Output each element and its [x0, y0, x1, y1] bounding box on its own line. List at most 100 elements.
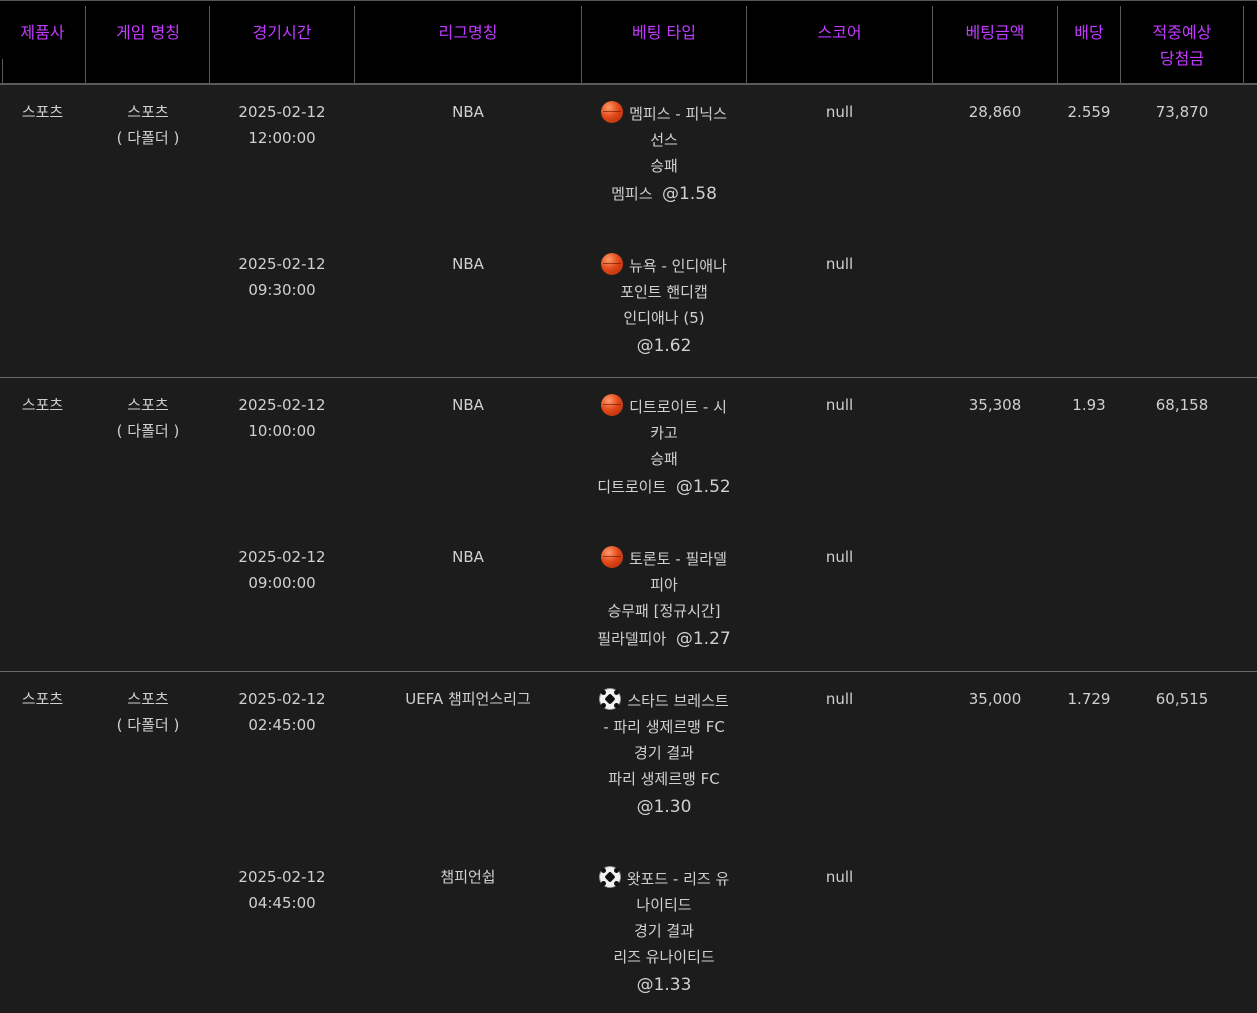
game-name: 스포츠: [127, 690, 169, 708]
game-name-cell: 스포츠 ( 다폴더 ): [86, 99, 210, 151]
game-type: ( 다폴더 ): [116, 422, 180, 440]
bet-group: 스포츠 스포츠 ( 다폴더 ) 35,000 1.729 60,515 2025…: [0, 672, 1257, 1013]
bet-type-cell: 왓포드 - 리즈 유 나이티드 경기 결과 리즈 유나이티드 @1.33: [582, 866, 746, 998]
match-date: 2025-02-12: [238, 396, 326, 414]
bet-market: 경기 결과: [634, 922, 694, 940]
match-time-cell: 2025-02-12 02:45:00: [210, 686, 354, 738]
score-cell: null: [825, 548, 854, 566]
provider-cell: 스포츠: [21, 396, 64, 414]
match-name: 디트로이트 - 시: [629, 398, 727, 416]
bet-type-cell: 디트로이트 - 시 카고 승패 디트로이트 @1.52: [582, 394, 746, 500]
bet-market: 경기 결과: [634, 744, 694, 762]
bet-odds: @1.30: [636, 797, 692, 817]
header-provider: 제품사: [20, 23, 65, 42]
soccer-ball-icon: [598, 866, 621, 888]
basketball-icon: [601, 394, 624, 416]
score-cell: null: [825, 868, 854, 886]
league-cell: 챔피언쉽: [440, 868, 496, 886]
match-name: 토론토 - 필라델: [629, 550, 727, 568]
bet-odds: @1.33: [636, 975, 692, 995]
league-cell: NBA: [452, 255, 484, 273]
match-time-cell: 2025-02-12 12:00:00: [210, 99, 354, 151]
game-name: 스포츠: [127, 396, 169, 414]
header-divider: [2, 59, 3, 84]
header-odds: 배당: [1074, 23, 1104, 42]
header-expected-win-line2: 당첨금: [1159, 49, 1205, 68]
bet-type-cell: 스타드 브레스트 - 파리 생제르맹 FC 경기 결과 파리 생제르맹 FC @…: [582, 688, 746, 820]
expected-win-cell: 60,515: [1155, 690, 1209, 708]
bet-odds: @1.58: [662, 184, 717, 204]
match-date: 2025-02-12: [238, 868, 326, 886]
match-name-cont: 선스: [650, 131, 678, 149]
match-time-cell: 2025-02-12 04:45:00: [210, 864, 354, 916]
table-header: 제품사 게임 명칭 경기시간 리그명칭 베팅 타입 스코어 베팅금액 배당 적중…: [0, 0, 1257, 85]
match-name: 뉴욕 - 인디애나: [629, 257, 727, 275]
bet-amount-cell: 28,860: [968, 103, 1022, 121]
bet-market: 승패: [650, 157, 678, 175]
game-type: ( 다폴더 ): [116, 129, 180, 147]
match-date: 2025-02-12: [238, 103, 326, 121]
score-cell: null: [825, 690, 854, 708]
match-name-cont: 카고: [650, 424, 678, 442]
league-cell: NBA: [452, 396, 484, 414]
basketball-icon: [601, 101, 624, 123]
soccer-ball-icon: [599, 688, 622, 710]
bet-odds: @1.27: [675, 629, 731, 649]
header-expected-win-line1: 적중예상: [1152, 23, 1212, 42]
bet-market: 승무패 [정규시간]: [607, 602, 721, 620]
bet-pick: 파리 생제르맹 FC: [608, 770, 720, 788]
header-bet-amount: 베팅금액: [965, 23, 1025, 42]
match-date: 2025-02-12: [238, 690, 326, 708]
bet-pick: 멤피스: [611, 185, 653, 203]
bet-pick: 인디애나 (5): [623, 309, 705, 327]
bet-market: 승패: [650, 450, 678, 468]
bet-odds: @1.52: [675, 477, 731, 497]
header-league: 리그명칭: [438, 23, 498, 42]
league-cell: NBA: [452, 103, 484, 121]
match-name: 스타드 브레스트: [627, 692, 729, 710]
odds-cell: 1.93: [1072, 396, 1106, 414]
match-time-cell: 2025-02-12 10:00:00: [210, 392, 354, 444]
basketball-icon: [601, 546, 624, 568]
header-bet-type: 베팅 타입: [632, 23, 696, 42]
bet-pick: 디트로이트: [597, 478, 667, 496]
score-cell: null: [825, 396, 854, 414]
match-name-cont: 나이티드: [636, 896, 692, 914]
league-cell: NBA: [452, 548, 484, 566]
basketball-icon: [601, 253, 624, 275]
odds-cell: 1.729: [1067, 690, 1111, 708]
game-name-cell: 스포츠 ( 다폴더 ): [86, 686, 210, 738]
match-name: 왓포드 - 리즈 유: [626, 870, 730, 888]
header-divider: [1243, 6, 1244, 84]
match-date: 2025-02-12: [238, 255, 326, 273]
match-name-cont: 피아: [650, 576, 678, 594]
match-time-cell: 2025-02-12 09:30:00: [210, 251, 354, 303]
match-time: 09:00:00: [248, 574, 316, 592]
match-time-cell: 2025-02-12 09:00:00: [210, 544, 354, 596]
match-time: 09:30:00: [248, 281, 316, 299]
match-date: 2025-02-12: [238, 548, 326, 566]
score-cell: null: [825, 103, 854, 121]
expected-win-cell: 73,870: [1155, 103, 1209, 121]
expected-win-cell: 68,158: [1155, 396, 1209, 414]
provider-cell: 스포츠: [21, 690, 64, 708]
bet-pick: 리즈 유나이티드: [613, 948, 715, 966]
bet-group: 스포츠 스포츠 ( 다폴더 ) 35,308 1.93 68,158 2025-…: [0, 378, 1257, 670]
bet-group: 스포츠 스포츠 ( 다폴더 ) 28,860 2.559 73,870 2025…: [0, 85, 1257, 377]
header-score: 스코어: [817, 23, 862, 42]
match-time: 12:00:00: [248, 129, 316, 147]
game-type: ( 다폴더 ): [116, 716, 180, 734]
bet-amount-cell: 35,000: [968, 690, 1022, 708]
header-match-time: 경기시간: [252, 23, 312, 42]
bet-amount-cell: 35,308: [968, 396, 1022, 414]
bet-type-cell: 토론토 - 필라델 피아 승무패 [정규시간] 필라델피아 @1.27: [582, 546, 746, 652]
match-name-cont: - 파리 생제르맹 FC: [603, 718, 725, 736]
bet-type-cell: 멤피스 - 피닉스 선스 승패 멤피스 @1.58: [582, 101, 746, 207]
match-time: 10:00:00: [248, 422, 316, 440]
game-name: 스포츠: [127, 103, 169, 121]
bet-odds: @1.62: [636, 336, 692, 356]
header-game-name: 게임 명칭: [116, 23, 180, 42]
match-time: 02:45:00: [248, 716, 316, 734]
score-cell: null: [825, 255, 854, 273]
bet-type-cell: 뉴욕 - 인디애나 포인트 핸디캡 인디애나 (5) @1.62: [582, 253, 746, 359]
